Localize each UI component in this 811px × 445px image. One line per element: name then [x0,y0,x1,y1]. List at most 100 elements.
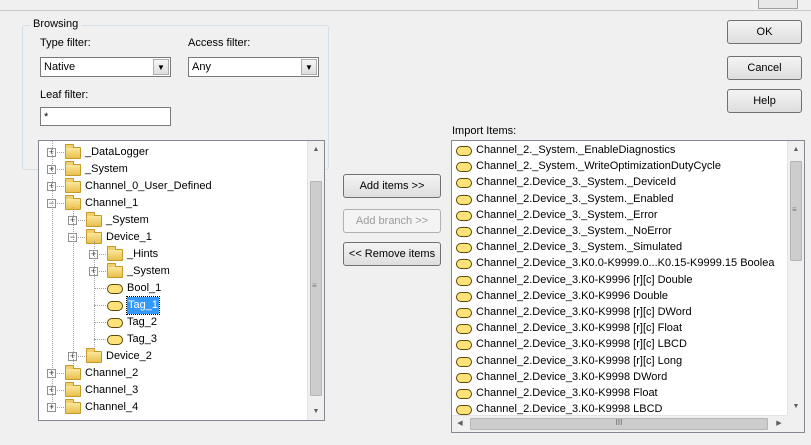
import-list-item[interactable]: Channel_2._System._EnableDiagnostics [452,142,788,159]
scroll-up-arrow-icon[interactable]: ▲ [788,141,804,158]
import-list-item[interactable]: Channel_2.Device_3.K0-K9998 [r][c] LBCD [452,336,788,353]
tree-item[interactable]: + Channel_0_User_Defined [39,178,307,195]
tag-icon [456,210,472,221]
tree-connector [94,241,95,347]
import-vertical-scrollbar[interactable]: ▲ ≡ ▼ [787,141,804,415]
import-list-item[interactable]: Channel_2.Device_3._System._Error [452,207,788,224]
import-item-label: Channel_2.Device_3._System._DeviceId [476,176,676,189]
import-item-label: Channel_2.Device_3.K0.0-K9999.0...K0.15-… [476,257,775,270]
import-item-label: Channel_2.Device_3.K0-K9998 DWord [476,370,668,383]
tag-icon [456,146,472,156]
scroll-corner [787,415,804,432]
tree-item[interactable]: + Device_2 [39,348,307,365]
tag-icon [456,291,472,302]
leaf-filter-field[interactable] [40,107,171,126]
tree-item[interactable]: − Channel_1 [39,195,307,212]
scroll-down-arrow-icon[interactable]: ▼ [308,403,324,420]
import-list-item[interactable]: Channel_2.Device_3.K0.0-K9999.0...K0.15-… [452,255,788,272]
tree-item-label: Tag_1 [126,296,160,315]
import-list-item[interactable]: Channel_2.Device_3._System._NoError [452,223,788,240]
tree-item[interactable]: + Channel_2 [39,365,307,382]
tag-icon [456,194,472,205]
folder-icon [107,263,123,278]
tree-connector [94,322,106,323]
import-item-label: Channel_2.Device_3._System._Simulated [476,241,683,254]
access-filter-select[interactable]: Any ▼ [188,57,319,77]
import-items-list[interactable]: Channel_2._System._EnableDiagnostics Chan… [451,140,805,433]
import-scroll-thumb[interactable]: ≡ [790,161,802,261]
add-items-button[interactable]: Add items >> [343,174,441,198]
tree-item[interactable]: + Channel_3 [39,382,307,399]
tree-item-label: Tag_3 [127,333,157,345]
tree-item[interactable]: − Device_1 [39,229,307,246]
cancel-button[interactable]: Cancel [727,56,802,80]
chevron-down-icon[interactable]: ▼ [301,59,317,75]
import-list-item[interactable]: Channel_2.Device_3.K0-K9996 Double [452,288,788,305]
scroll-up-arrow-icon[interactable]: ▲ [308,141,324,158]
folder-icon [65,399,81,414]
tree-connector [94,339,106,340]
tag-icon [107,335,123,345]
folder-icon [65,382,81,397]
tree-item[interactable]: Tag_3 [39,331,307,348]
scroll-right-arrow-icon[interactable]: ▶ [771,416,787,432]
tree-scroll-thumb[interactable]: ≡ [310,181,322,396]
import-horizontal-scrollbar[interactable]: ◀ III ▶ [452,415,787,432]
chevron-down-icon[interactable]: ▼ [153,59,169,75]
type-filter-label: Type filter: [40,37,91,49]
tree-item[interactable]: + _DataLogger [39,144,307,161]
tree-item[interactable]: + Channel_4 [39,399,307,416]
help-button[interactable]: Help [727,89,802,113]
tag-icon [456,162,472,173]
remove-items-button[interactable]: << Remove items [343,242,441,266]
tag-icon [456,275,472,286]
add-branch-button[interactable]: Add branch >> [343,209,441,233]
import-item-label: Channel_2.Device_3._System._Enabled [476,192,674,205]
access-filter-value: Any [192,61,211,73]
tag-icon [107,318,123,328]
import-item-label: Channel_2.Device_3.K0-K9998 [r][c] LBCD [476,338,687,351]
tree-item[interactable]: Tag_1 [39,296,307,315]
scroll-grip-icon: ≡ [792,205,797,214]
import-list-item[interactable]: Channel_2._System._WriteOptimizationDuty… [452,158,788,175]
scroll-left-arrow-icon[interactable]: ◀ [452,416,468,432]
import-list-item[interactable]: Channel_2.Device_3.K0-K9998 Float [452,385,788,402]
import-item-label: Channel_2.Device_3.K0-K9996 Double [476,289,669,302]
import-item-label: Channel_2.Device_3.K0-K9998 [r][c] Long [476,354,683,367]
leaf-filter-input[interactable] [41,108,170,125]
tree-item-label: Tag_2 [127,316,157,328]
access-filter-label: Access filter: [188,37,251,49]
import-item-label: Channel_2.Device_3.K0-K9998 [r][c] Float [476,322,683,335]
tag-icon [456,405,472,416]
import-list-item[interactable]: Channel_2.Device_3._System._Simulated [452,239,788,256]
import-list-item[interactable]: Channel_2.Device_3.K0-K9996 [r][c] Doubl… [452,272,788,289]
tree-item[interactable]: Bool_1 [39,280,307,297]
tree-item-label: Channel_3 [85,384,139,396]
ok-button[interactable]: OK [727,20,802,44]
tree-item[interactable]: + _System [39,263,307,280]
tree-vertical-scrollbar[interactable]: ▲ ≡ ▼ [307,141,324,420]
import-list-item[interactable]: Channel_2.Device_3._System._DeviceId [452,174,788,191]
import-list-item[interactable]: Channel_2.Device_3.K0-K9998 [r][c] DWord [452,304,788,321]
window-border-line [0,10,811,11]
tag-browser-tree[interactable]: + _DataLogger + _System + Channel_0_User_Defi… [38,140,325,421]
import-list-item[interactable]: Channel_2.Device_3.K0-K9998 [r][c] Float [452,320,788,337]
tree-item[interactable]: + _System [39,161,307,178]
import-hscroll-thumb[interactable]: III [470,418,768,430]
type-filter-select[interactable]: Native ▼ [40,57,171,77]
tree-item[interactable]: + _Hints [39,246,307,263]
tree-item[interactable]: Tag_2 [39,314,307,331]
tree-item[interactable]: + _System [39,212,307,229]
import-list-item[interactable]: Channel_2.Device_3._System._Enabled [452,191,788,208]
tree-item-label: Channel_2 [85,367,139,379]
tree-connector [52,141,53,408]
tag-icon [456,259,472,270]
window-frame-fragment [758,0,798,9]
tree-item-label: Channel_1 [85,197,139,209]
tag-icon [456,356,472,367]
scroll-down-arrow-icon[interactable]: ▼ [788,398,804,415]
folder-icon [65,161,81,176]
tree-item-label: Device_1 [106,231,152,243]
import-list-item[interactable]: Channel_2.Device_3.K0-K9998 DWord [452,369,788,386]
import-list-item[interactable]: Channel_2.Device_3.K0-K9998 [r][c] Long [452,353,788,370]
